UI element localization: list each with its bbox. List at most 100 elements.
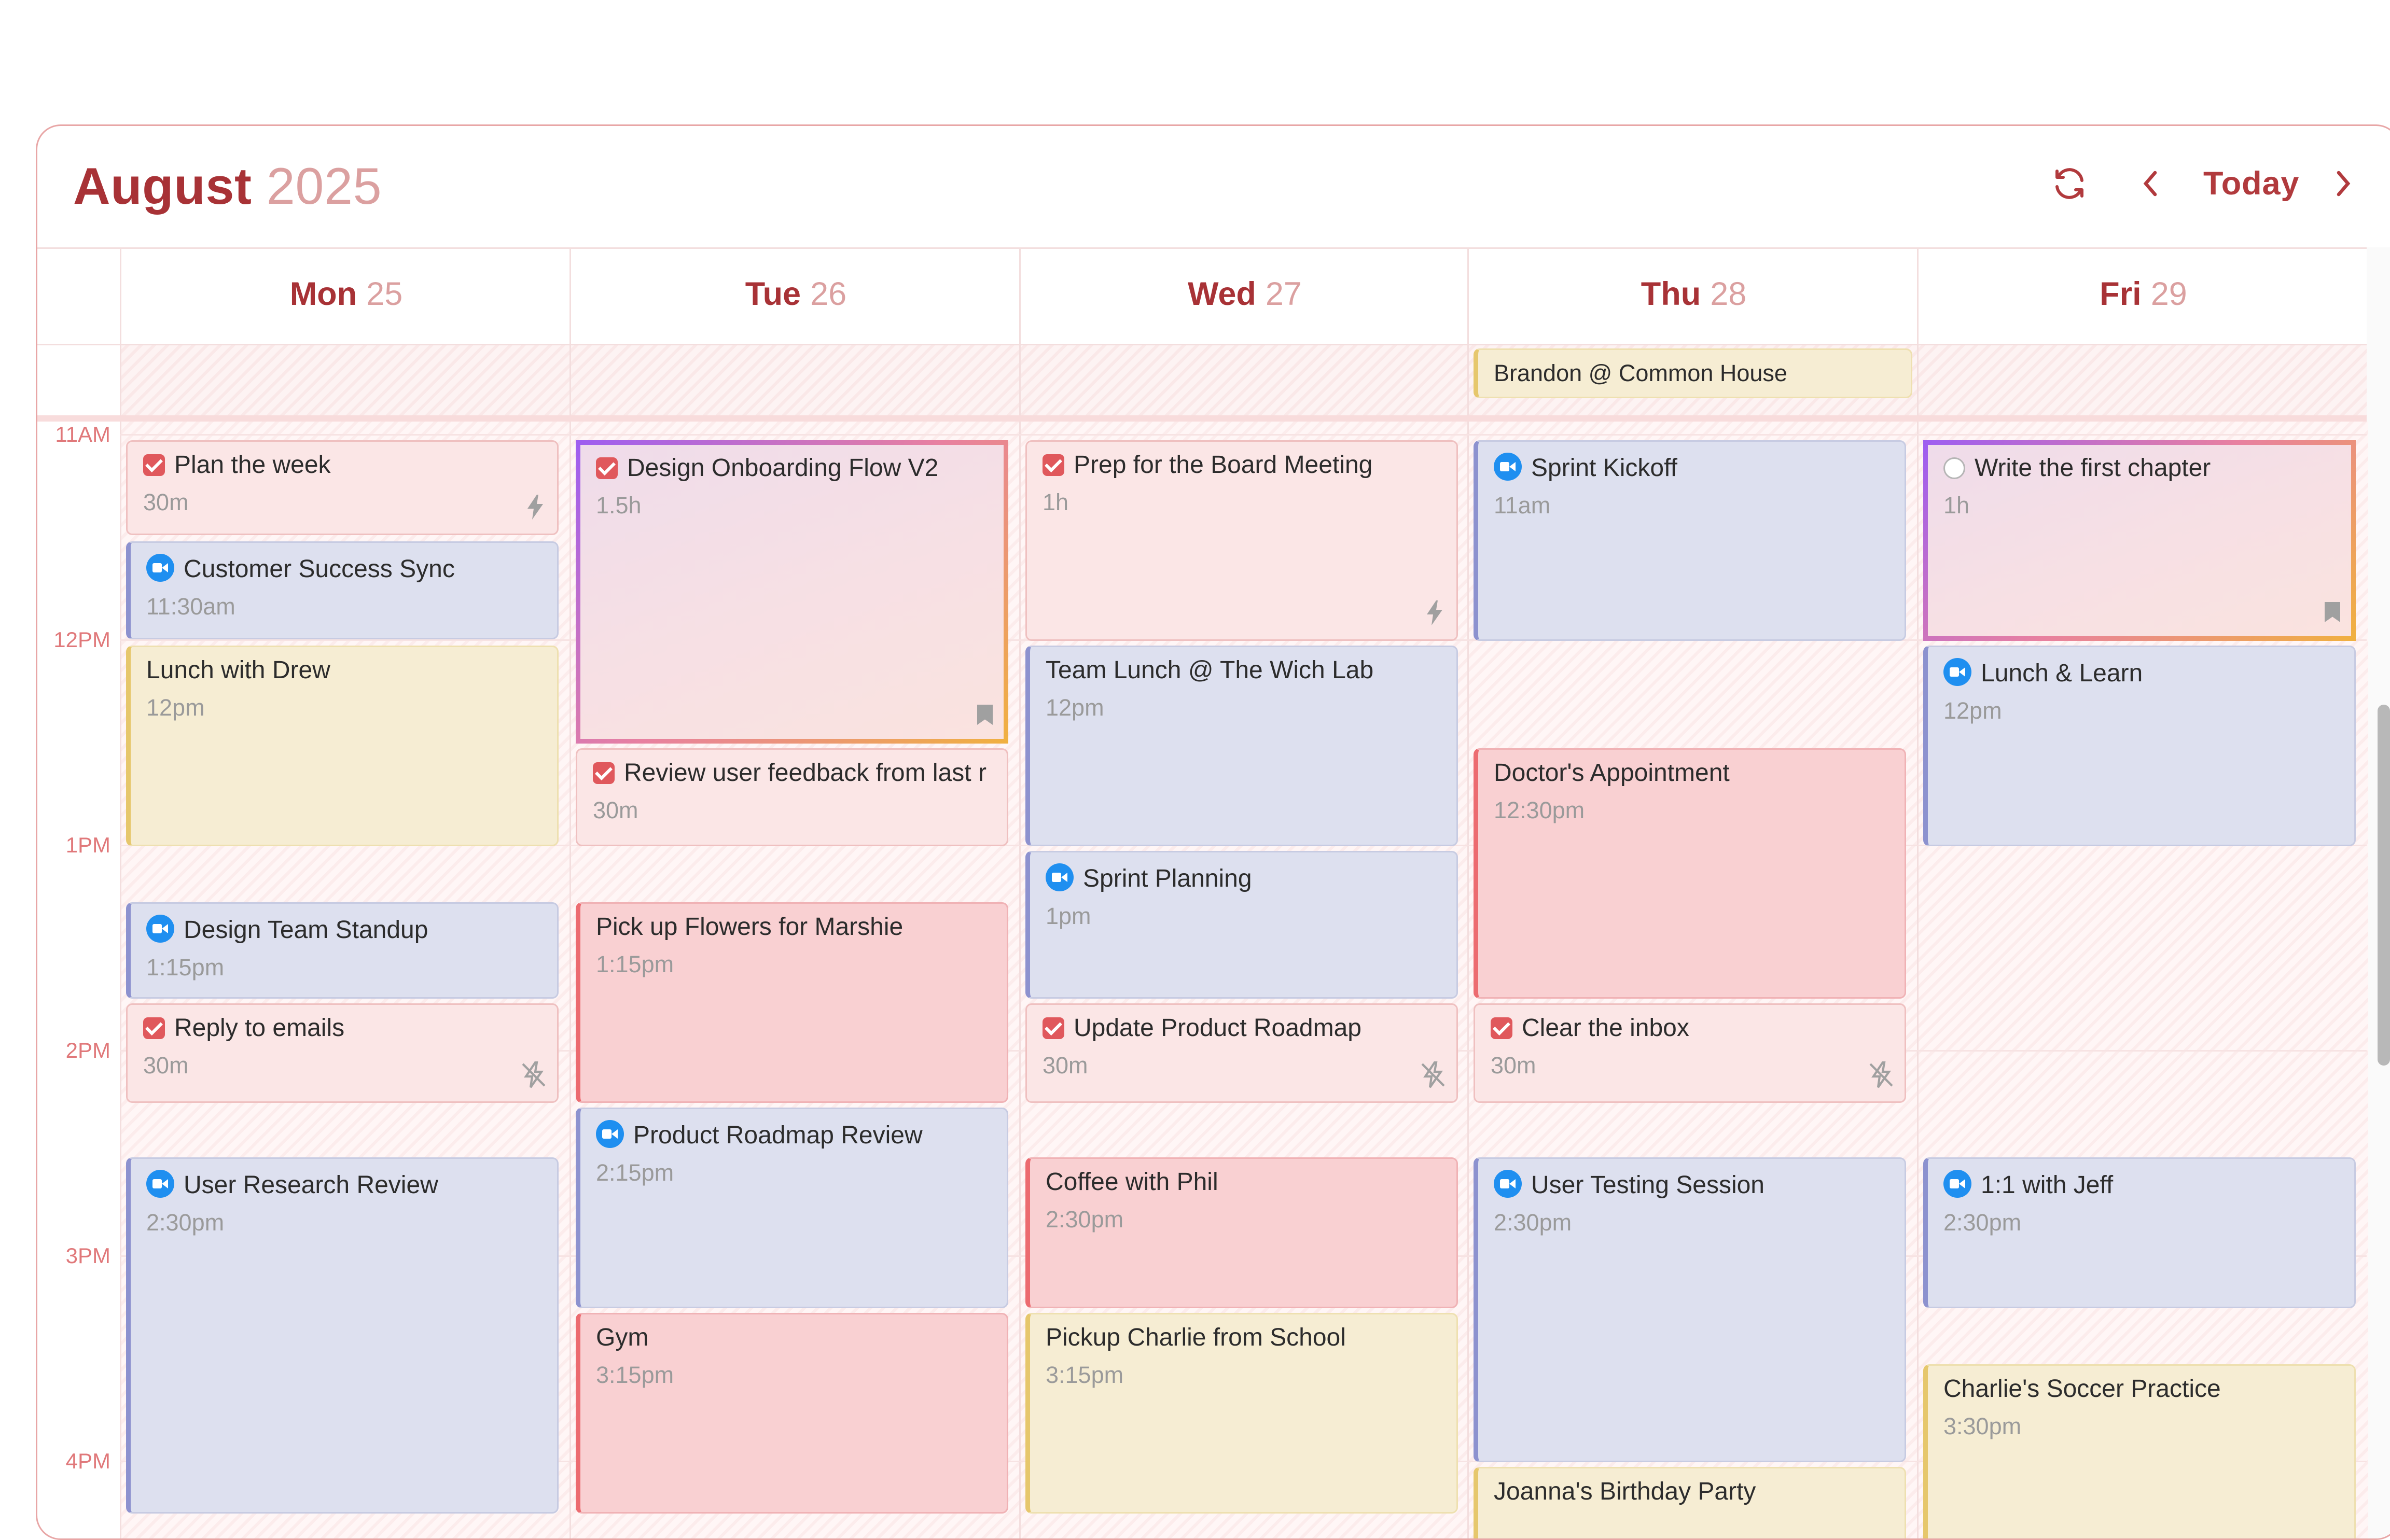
personal-event[interactable]: Gym 3:15pm — [576, 1313, 1008, 1514]
focus-task-event[interactable]: Write the first chapter 1h — [1923, 440, 2356, 641]
chevron-left-icon[interactable] — [2138, 168, 2163, 207]
meeting-event[interactable]: Customer Success Sync 11:30am — [126, 541, 559, 639]
chevron-right-icon[interactable] — [2331, 168, 2356, 207]
video-call-icon — [146, 554, 174, 582]
personal-event[interactable]: Doctor's Appointment 12:30pm — [1474, 748, 1906, 999]
personal-event[interactable]: Joanna's Birthday Party — [1474, 1467, 1906, 1538]
checkbox-checked-icon[interactable] — [143, 454, 165, 476]
checkbox-checked-icon[interactable] — [1043, 454, 1064, 476]
checkbox-checked-icon[interactable] — [1491, 1017, 1512, 1039]
event-title: Brandon @ Common House — [1494, 361, 1787, 387]
event-title: User Testing Session — [1531, 1173, 1764, 1199]
checkbox-empty-icon[interactable] — [1943, 457, 1965, 479]
meeting-event[interactable]: User Research Review 2:30pm — [126, 1157, 559, 1514]
day-header-tue[interactable]: Tue 26 — [569, 247, 1021, 344]
meeting-event[interactable]: User Testing Session 2:30pm — [1474, 1157, 1906, 1462]
meeting-event[interactable]: Team Lunch @ The Wich Lab 12pm — [1025, 646, 1458, 846]
task-event[interactable]: Plan the week 30m — [126, 440, 559, 535]
event-title: Doctor's Appointment — [1494, 761, 1730, 787]
lightning-icon — [1422, 599, 1447, 633]
event-title: 1:1 with Jeff — [1981, 1173, 2114, 1199]
meeting-event[interactable]: 1:1 with Jeff 2:30pm — [1923, 1157, 2356, 1308]
event-title: Charlie's Soccer Practice — [1943, 1377, 2221, 1403]
event-title: Write the first chapter — [1975, 456, 2211, 482]
event-title: Review user feedback from last r — [624, 761, 986, 787]
event-title: Pickup Charlie from School — [1046, 1325, 1346, 1352]
checkbox-checked-icon[interactable] — [596, 457, 618, 479]
bookmark-icon — [976, 703, 994, 733]
event-title: Prep for the Board Meeting — [1074, 453, 1373, 479]
meeting-event[interactable]: Product Roadmap Review 2:15pm — [576, 1108, 1008, 1308]
task-event[interactable]: Update Product Roadmap 30m — [1025, 1003, 1458, 1103]
event-title: Update Product Roadmap — [1074, 1016, 1361, 1042]
checkbox-checked-icon[interactable] — [593, 762, 615, 784]
all-day-event[interactable]: Brandon @ Common House — [1474, 348, 1912, 398]
event-title: Reply to emails — [174, 1016, 345, 1042]
personal-event[interactable]: Pick up Flowers for Marshie 1:15pm — [576, 902, 1008, 1103]
lightning-icon — [523, 493, 548, 527]
day-header-mon[interactable]: Mon 25 — [120, 247, 571, 344]
day-header-fri[interactable]: Fri 29 — [1917, 247, 2368, 344]
day-date: 25 — [366, 277, 403, 313]
event-title: Customer Success Sync — [184, 557, 455, 583]
event-title: Lunch & Learn — [1981, 661, 2143, 688]
hour-label: 3PM — [65, 1243, 110, 1268]
event-duration: 30m — [1043, 1053, 1088, 1080]
meeting-event[interactable]: Sprint Kickoff 11am — [1474, 440, 1906, 641]
today-button[interactable]: Today — [2203, 166, 2299, 204]
event-duration: 30m — [593, 798, 638, 824]
event-time: 1:15pm — [146, 955, 225, 982]
personal-event[interactable]: Pickup Charlie from School 3:15pm — [1025, 1313, 1458, 1514]
meeting-event[interactable]: Lunch & Learn 12pm — [1923, 646, 2356, 846]
event-duration: 1h — [1943, 493, 1970, 520]
video-call-icon — [596, 1120, 624, 1148]
video-call-icon — [1046, 863, 1074, 891]
event-title: Gym — [596, 1325, 649, 1352]
personal-event[interactable]: Charlie's Soccer Practice 3:30pm — [1923, 1364, 2356, 1538]
hour-label: 4PM — [65, 1448, 110, 1473]
event-title: Clear the inbox — [1522, 1016, 1689, 1042]
event-duration: 30m — [143, 1053, 189, 1080]
event-title: Team Lunch @ The Wich Lab — [1046, 658, 1374, 684]
day-name: Tue — [745, 277, 801, 313]
event-time: 3:30pm — [1943, 1414, 2022, 1440]
event-time: 3:15pm — [596, 1363, 674, 1389]
meeting-event[interactable]: Design Team Standup 1:15pm — [126, 902, 559, 999]
event-time: 12pm — [1943, 698, 2002, 725]
hour-label: 12PM — [53, 627, 110, 652]
event-time: 2:30pm — [1494, 1210, 1572, 1237]
focus-task-event[interactable]: Design Onboarding Flow V2 1.5h — [576, 440, 1008, 744]
video-call-icon — [1494, 453, 1522, 481]
video-call-icon — [1494, 1170, 1522, 1198]
event-title: Product Roadmap Review — [633, 1123, 923, 1150]
checkbox-checked-icon[interactable] — [143, 1017, 165, 1039]
event-title: Design Team Standup — [184, 918, 428, 944]
meeting-event[interactable]: Sprint Planning 1pm — [1025, 851, 1458, 999]
task-event[interactable]: Reply to emails 30m — [126, 1003, 559, 1103]
event-duration: 1h — [1043, 490, 1069, 516]
day-header-thu[interactable]: Thu 28 — [1467, 247, 1919, 344]
hour-label: 2PM — [65, 1038, 110, 1062]
task-event[interactable]: Clear the inbox 30m — [1474, 1003, 1906, 1103]
bookmark-icon — [2323, 600, 2342, 630]
refresh-icon[interactable] — [2051, 165, 2088, 210]
lightning-off-icon — [1419, 1061, 1447, 1095]
personal-event[interactable]: Lunch with Drew 12pm — [126, 646, 559, 846]
event-time: 2:15pm — [596, 1160, 674, 1187]
task-event[interactable]: Prep for the Board Meeting 1h — [1025, 440, 1458, 641]
event-duration: 30m — [143, 490, 189, 516]
event-time: 12pm — [1046, 695, 1104, 722]
hour-label: 1PM — [65, 832, 110, 857]
event-time: 3:15pm — [1046, 1363, 1124, 1389]
event-title: Sprint Planning — [1083, 866, 1252, 893]
hour-label: 11AM — [55, 422, 110, 446]
event-title: Design Onboarding Flow V2 — [627, 456, 939, 482]
month-label: August — [73, 157, 252, 215]
event-title: User Research Review — [184, 1173, 438, 1199]
scrollbar-thumb[interactable] — [2378, 705, 2390, 1066]
event-title: Joanna's Birthday Party — [1494, 1479, 1756, 1506]
day-header-wed[interactable]: Wed 27 — [1019, 247, 1469, 344]
checkbox-checked-icon[interactable] — [1043, 1017, 1064, 1039]
personal-event[interactable]: Coffee with Phil 2:30pm — [1025, 1157, 1458, 1308]
task-event[interactable]: Review user feedback from last r 30m — [576, 748, 1008, 846]
